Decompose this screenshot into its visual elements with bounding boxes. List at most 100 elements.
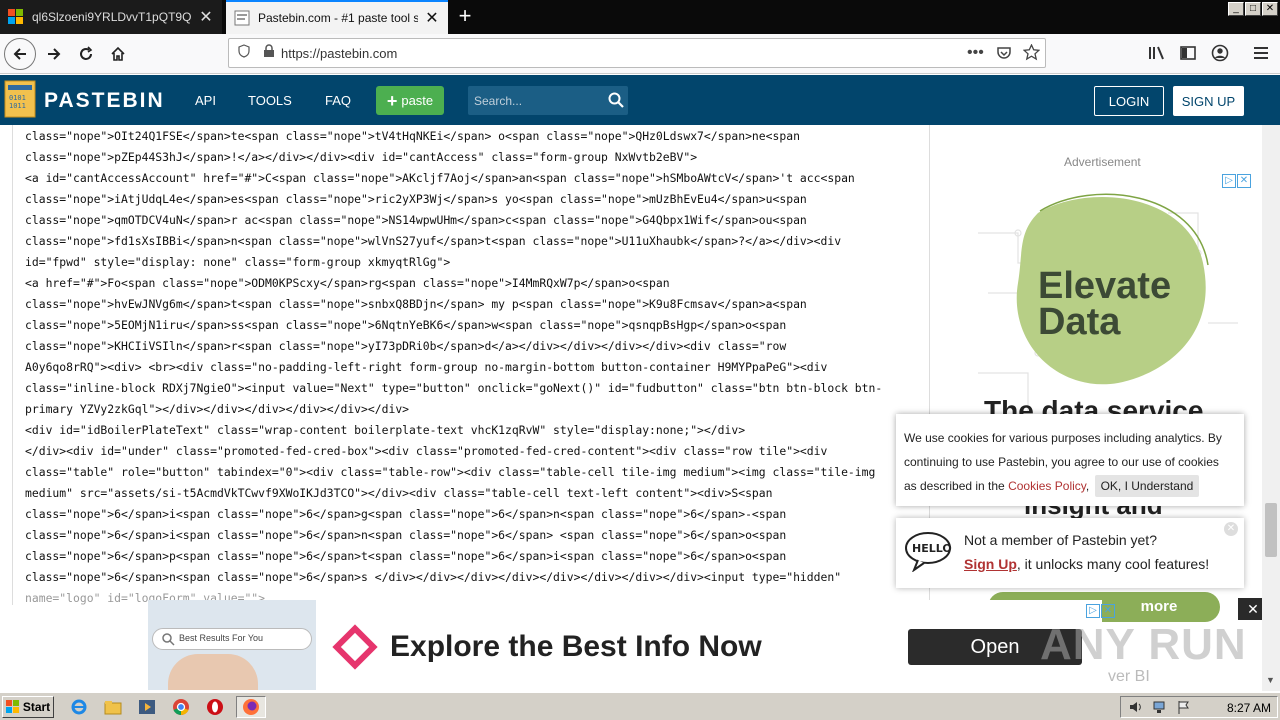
search-icon[interactable] [608,92,624,113]
scroll-down-arrow-icon[interactable]: ▼ [1266,675,1275,685]
media-player-icon[interactable] [136,697,158,717]
network-icon[interactable] [1153,700,1167,719]
ie-icon[interactable] [68,697,90,717]
new-tab-button[interactable]: + [452,4,478,30]
flag-icon[interactable] [1177,700,1191,719]
nav-tools[interactable]: TOOLS [248,93,292,108]
member-notice: HELLO Not a member of Pastebin yet? Sign… [896,518,1244,588]
bottom-ad-text: Explore the Best Info Now [390,630,762,663]
code-line: class="inline-block RDXj7NgieO"><input v… [25,381,883,395]
explorer-folder-icon[interactable] [102,697,124,717]
ok-understand-button[interactable]: OK, I Understand [1094,475,1200,497]
firefox-taskbar-button[interactable] [236,696,266,718]
cookie-text-block: We use cookies for various purposes incl… [904,426,1234,498]
menu-hamburger-icon[interactable] [1253,45,1269,66]
ad-search-icon [161,632,175,651]
code-line: primary YZVy2zkGql"></div></div></div></… [25,402,410,416]
tab-inactive[interactable]: ql6Slzoeni9YRLDvvT1pQT9QFbhpKl ✕ [0,0,222,34]
windows-taskbar: Start 8:27 AM [0,692,1280,720]
reload-icon [80,46,93,60]
taskbar-clock: 8:27 AM [1226,701,1271,715]
url-text: https://pastebin.com [281,45,398,61]
code-line: class="nope">OIt24Q1FSE</span>te<span cl… [25,129,800,143]
sidebar-icon[interactable] [1180,45,1196,66]
url-bar[interactable]: https://pastebin.com ••• [228,38,1046,68]
home-button[interactable] [102,38,134,70]
forward-button[interactable] [38,38,70,70]
cookie-notice: We use cookies for various purposes incl… [896,414,1244,506]
code-line: </div><div id="under" class="promoted-fe… [25,444,828,458]
ad-brand-line1: Elevate [1038,265,1172,307]
ad-more-label: more [1140,598,1178,615]
code-line: id="fpwd" style="display: none" class="f… [25,255,451,269]
chrome-icon[interactable] [170,697,192,717]
minimize-button[interactable]: _ [1228,2,1244,16]
back-button[interactable] [4,38,36,70]
svg-text:0101: 0101 [9,94,26,102]
code-line: <a href="#">Fo<span class="nope">ODM0KPS… [25,276,670,290]
reload-button[interactable] [70,38,102,70]
member-line2: , it unlocks many cool features! [1016,556,1210,572]
code-line: class="nope">6</span>i<span class="nope"… [25,528,787,542]
pastebin-logo[interactable]: 0101 1011 [3,79,37,119]
volume-icon[interactable] [1129,700,1143,717]
code-line: class="table" role="button" tabindex="0"… [25,465,876,479]
navigation-bar: https://pastebin.com ••• [0,34,1280,74]
bottom-ad-x-icon[interactable]: ✕ [1101,604,1115,618]
bottom-banner-ad[interactable]: Best Results For You Explore the Best In… [148,600,1102,690]
nav-faq[interactable]: FAQ [325,93,351,108]
cookies-policy-link[interactable]: Cookies Policy [1008,479,1086,493]
code-line: class="nope">iAtjUdqL4e</span>es<span cl… [25,192,807,206]
search-input[interactable] [474,92,594,110]
ad-diamond-logo-icon [332,624,378,675]
code-line: class="nope">6</span>n<span class="nope"… [25,570,842,584]
cookie-comma: , [1085,479,1090,493]
firefox-icon [243,699,259,715]
search-box [468,86,628,115]
new-paste-button[interactable]: + paste [376,86,444,115]
ad-brand-line2: Data [1038,301,1121,343]
paste-code-area: class="nope">OIt24Q1FSE</span>te<span cl… [12,125,930,605]
bookmark-star-icon[interactable] [1022,43,1041,66]
code-line: medium" src="assets/si-t5AcmdVkTCwvf9XWo… [25,486,773,500]
tab-close-icon[interactable]: ✕ [424,8,440,28]
brand-name[interactable]: PASTEBIN [44,89,165,113]
hello-icon: HELLO [904,530,954,577]
code-line: class="nope">pZEp44S3hJ</span>!</a></div… [25,150,698,164]
sidebar-ad[interactable]: Elevate Data The data service [968,173,1252,453]
nav-api[interactable]: API [195,93,216,108]
code-line: class="nope">6</span>i<span class="nope"… [25,507,787,521]
pocket-icon[interactable] [996,45,1012,66]
back-arrow-icon [13,48,26,60]
scrollbar-thumb[interactable] [1265,503,1277,557]
forward-arrow-icon [48,48,61,60]
ad-search-pill: Best Results For You [152,628,312,650]
vertical-scrollbar[interactable]: ▼ [1262,125,1280,691]
tab-active[interactable]: Pastebin.com - #1 paste tool since ✕ [226,0,448,34]
svg-text:HELLO: HELLO [912,542,952,555]
tab-close-icon[interactable]: ✕ [198,7,214,27]
code-line: class="nope">fd1sXsIBBi</span>n<span cla… [25,234,842,248]
code-line: class="nope">KHCIiVSIln</span>r<span cla… [25,339,787,353]
bottom-ad-info-icon[interactable]: ▷ [1086,604,1100,618]
paste-label: paste [401,93,434,108]
library-icon[interactable] [1148,45,1166,66]
page-actions-icon[interactable]: ••• [967,44,984,62]
system-tray: 8:27 AM [1120,696,1278,718]
start-button[interactable]: Start [2,696,54,718]
opera-icon[interactable] [204,697,226,717]
pastebin-favicon-icon [234,10,250,26]
close-window-button[interactable]: ✕ [1262,2,1278,16]
lock-icon[interactable] [263,43,275,63]
login-button[interactable]: LOGIN [1094,86,1164,116]
member-close-icon[interactable]: ✕ [1224,522,1238,536]
maximize-button[interactable]: □ [1245,2,1261,16]
account-icon[interactable] [1211,44,1229,67]
member-line1: Not a member of Pastebin yet? [964,532,1157,548]
start-label: Start [22,700,51,714]
windows-favicon-icon [8,9,24,25]
tab-title: Pastebin.com - #1 paste tool since [258,11,418,25]
signup-button[interactable]: SIGN UP [1173,86,1244,116]
shield-icon[interactable] [237,43,251,63]
signup-link[interactable]: Sign Up [964,556,1017,572]
